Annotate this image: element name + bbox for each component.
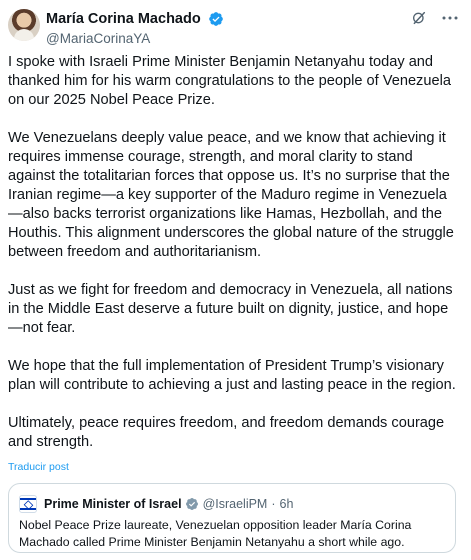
translate-post-link[interactable]: Traducir post [8,461,69,473]
gray-verified-icon [185,498,198,510]
tweet-header: María Corina Machado @MariaCorinaYA [8,7,463,47]
tweet-paragraph: We hope that the full implementation of … [8,358,456,393]
quoted-post-time[interactable]: 6h [280,497,294,511]
tweet-paragraph: Just as we fight for freedom and democra… [8,282,453,336]
header-actions [411,10,459,26]
avatar[interactable] [8,9,40,41]
author-name[interactable]: María Corina Machado [46,11,201,27]
quoted-post-header: Prime Minister of Israel @IsraeliPM · 6h [19,495,293,513]
meta-separator: · [271,497,276,511]
quoted-post[interactable]: Prime Minister of Israel @IsraeliPM · 6h… [8,483,456,553]
tweet: María Corina Machado @MariaCorinaYA I sp… [0,0,471,560]
tweet-text: I spoke with Israeli Prime Minister Benj… [8,53,460,452]
more-horizontal-icon[interactable] [441,10,459,26]
verified-badge-icon [209,11,223,26]
tweet-paragraph: We Venezuelans deeply value peace, and w… [8,130,454,260]
quoted-avatar[interactable] [19,495,37,513]
grok-icon[interactable] [411,10,427,26]
tweet-paragraph: I spoke with Israeli Prime Minister Benj… [8,54,451,108]
quoted-post-text: Nobel Peace Prize laureate, Venezuelan o… [19,518,412,549]
tweet-paragraph: Ultimately, peace requires freedom, and … [8,415,445,450]
author-block: María Corina Machado @MariaCorinaYA [46,10,224,46]
author-handle[interactable]: @MariaCorinaYA [46,31,224,46]
quoted-author-handle[interactable]: @IsraeliPM [203,497,268,511]
quoted-author-name[interactable]: Prime Minister of Israel [44,497,182,511]
